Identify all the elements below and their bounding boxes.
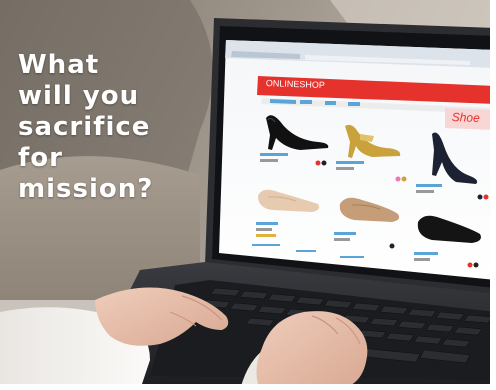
shop-title: ONLINESHOP (265, 78, 325, 91)
overlay-line-5: mission? (18, 174, 154, 204)
overlay-line-3: sacrifice (18, 112, 151, 142)
shop-banner-text: Shoe (451, 110, 481, 125)
overlay-line-2: will you (18, 81, 140, 111)
photo-frame: ONLINESHOP Shoe What will you sacrifice … (0, 0, 496, 390)
overlay-caption: What will you sacrifice for mission? (18, 50, 188, 205)
overlay-line-1: What (18, 50, 100, 80)
laptop-screen (219, 40, 496, 280)
overlay-line-4: for (18, 143, 63, 173)
